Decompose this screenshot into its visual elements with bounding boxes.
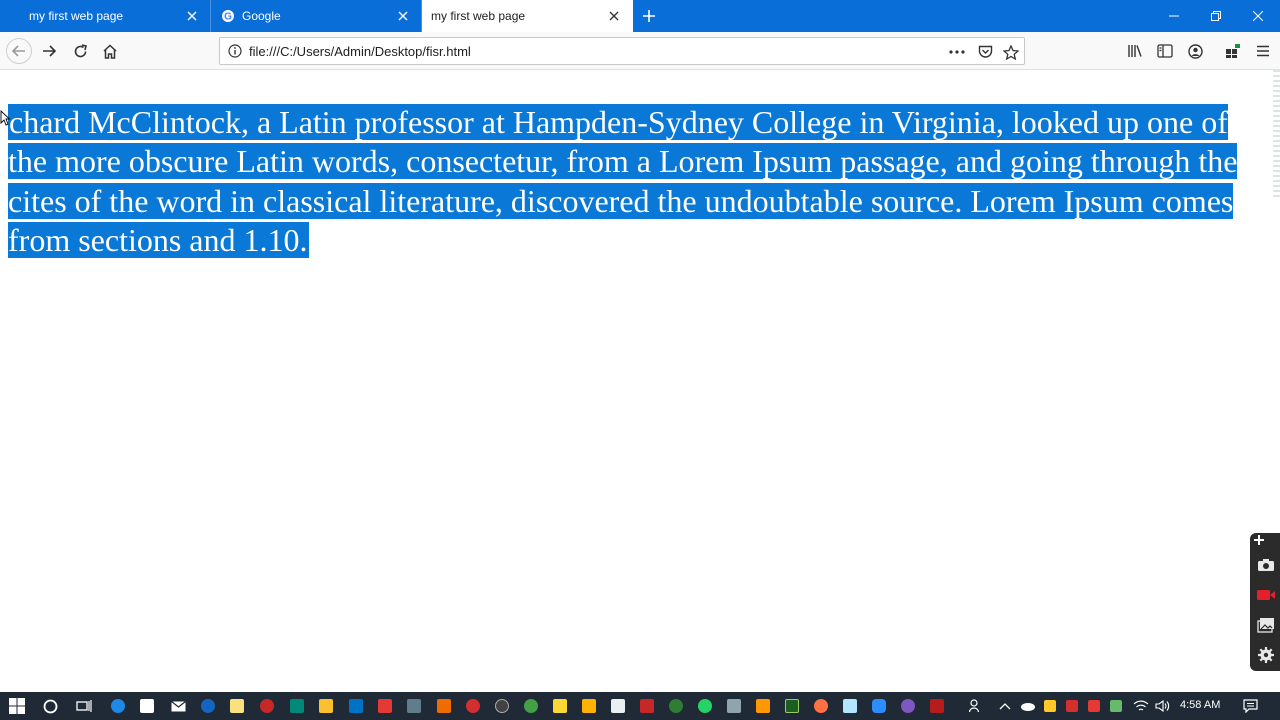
search-icon[interactable] (40, 696, 60, 716)
minimize-button[interactable] (1152, 0, 1196, 32)
extension-icon (1225, 43, 1241, 59)
pocket-icon[interactable] (975, 42, 995, 62)
windows-start-icon[interactable] (7, 696, 27, 716)
task-view-icon[interactable] (74, 696, 94, 716)
tray-app-icon[interactable] (1040, 696, 1060, 716)
camera-icon[interactable] (1254, 553, 1278, 577)
notifications-icon[interactable] (1240, 696, 1260, 716)
tab-title: my first web page (29, 9, 124, 23)
page-content: chard McClintock, a Latin professor at H… (0, 70, 1280, 692)
google-icon: G (221, 9, 235, 23)
tab-my-first-web-page-active[interactable]: my first web page (422, 0, 633, 32)
paint-icon[interactable] (316, 696, 336, 716)
home-icon (102, 43, 118, 59)
tab-google[interactable]: G Google (211, 0, 422, 32)
chrome-icon[interactable] (521, 696, 541, 716)
forward-arrow-icon (42, 44, 57, 58)
edge-icon[interactable] (108, 696, 128, 716)
tray-app-icon[interactable] (1084, 696, 1104, 716)
extensions-button[interactable] (1218, 36, 1248, 66)
notes-icon[interactable] (227, 696, 247, 716)
selected-text[interactable]: chard McClintock, a Latin professor at H… (8, 104, 1238, 258)
taskbar-clock[interactable]: 4:58 AM (1180, 699, 1220, 711)
app-icon[interactable] (724, 696, 744, 716)
zoom-icon[interactable] (869, 696, 889, 716)
antivirus-icon[interactable] (1062, 696, 1082, 716)
reload-button[interactable] (65, 36, 95, 66)
wifi-icon[interactable] (1131, 696, 1151, 716)
account-button[interactable] (1180, 36, 1210, 66)
back-button[interactable] (4, 36, 34, 66)
notepad-icon[interactable] (840, 696, 860, 716)
bookmark-star-icon[interactable] (1001, 42, 1021, 62)
app-icon[interactable] (257, 696, 277, 716)
sidebar-button[interactable] (1150, 36, 1180, 66)
mouse-cursor-icon (0, 109, 11, 131)
home-button[interactable] (95, 36, 125, 66)
app-icon[interactable] (492, 696, 512, 716)
account-icon (1187, 43, 1203, 59)
scrollbar[interactable] (1273, 70, 1280, 200)
onedrive-icon[interactable] (1018, 696, 1038, 716)
windows-taskbar: 4:58 AM (0, 692, 1280, 720)
close-tab-icon[interactable] (395, 8, 411, 24)
pin-icon[interactable] (1252, 533, 1266, 547)
info-icon[interactable] (228, 44, 242, 58)
app-icon[interactable] (434, 696, 454, 716)
app-icon[interactable] (666, 696, 686, 716)
capture-widget (1250, 533, 1280, 671)
library-button[interactable] (1120, 36, 1150, 66)
tab-bar: my first web page G Google my first web … (0, 0, 1280, 32)
svg-text:G: G (224, 12, 232, 23)
video-record-icon[interactable] (1254, 583, 1278, 607)
restore-button[interactable] (1194, 0, 1238, 32)
url-text[interactable]: file:///C:/Users/Admin/Desktop/fisr.html (249, 44, 471, 59)
opera-icon[interactable] (463, 696, 483, 716)
reload-icon (73, 43, 88, 59)
tab-my-first-web-page-1[interactable]: my first web page (0, 0, 211, 32)
volume-icon[interactable] (1153, 696, 1173, 716)
store-icon[interactable] (137, 696, 157, 716)
mail-icon[interactable] (168, 696, 188, 716)
chevron-up-icon[interactable] (995, 696, 1015, 716)
file-explorer-icon[interactable] (550, 696, 570, 716)
forward-button[interactable] (34, 36, 64, 66)
app-icon[interactable] (579, 696, 599, 716)
app-icon[interactable] (637, 696, 657, 716)
selected-paragraph: chard McClintock, a Latin professor at H… (8, 103, 1270, 260)
address-bar[interactable]: file:///C:/Users/Admin/Desktop/fisr.html (219, 37, 1025, 65)
dreamweaver-icon[interactable] (782, 696, 802, 716)
outlook-icon[interactable] (346, 696, 366, 716)
new-tab-button[interactable] (633, 0, 665, 32)
tab-title: my first web page (431, 9, 526, 23)
app-icon[interactable] (287, 696, 307, 716)
close-tab-icon[interactable] (606, 8, 622, 24)
app-icon[interactable] (375, 696, 395, 716)
camera-app-icon[interactable] (608, 696, 628, 716)
tab-title: Google (242, 9, 281, 23)
page-icon (8, 9, 22, 23)
sublime-icon[interactable] (753, 696, 773, 716)
firefox-icon[interactable] (811, 696, 831, 716)
library-icon (1127, 44, 1143, 58)
people-icon[interactable] (966, 696, 986, 716)
app-icon[interactable] (198, 696, 218, 716)
navigation-toolbar: file:///C:/Users/Admin/Desktop/fisr.html (0, 32, 1280, 70)
hamburger-menu-icon (1256, 45, 1270, 57)
app-icon[interactable] (927, 696, 947, 716)
gallery-icon[interactable] (1254, 613, 1278, 637)
whatsapp-icon[interactable] (695, 696, 715, 716)
settings-gear-icon[interactable] (1254, 643, 1278, 667)
page-actions-icon[interactable] (947, 42, 967, 62)
tray-app-icon[interactable] (1106, 696, 1126, 716)
back-arrow-icon (6, 38, 32, 64)
menu-button[interactable] (1248, 36, 1278, 66)
calculator-icon[interactable] (404, 696, 424, 716)
app-icon[interactable] (898, 696, 918, 716)
browser-window: my first web page G Google my first web … (0, 0, 1280, 720)
close-window-button[interactable] (1236, 0, 1280, 32)
close-tab-icon[interactable] (184, 8, 200, 24)
sidebar-icon (1157, 44, 1173, 58)
